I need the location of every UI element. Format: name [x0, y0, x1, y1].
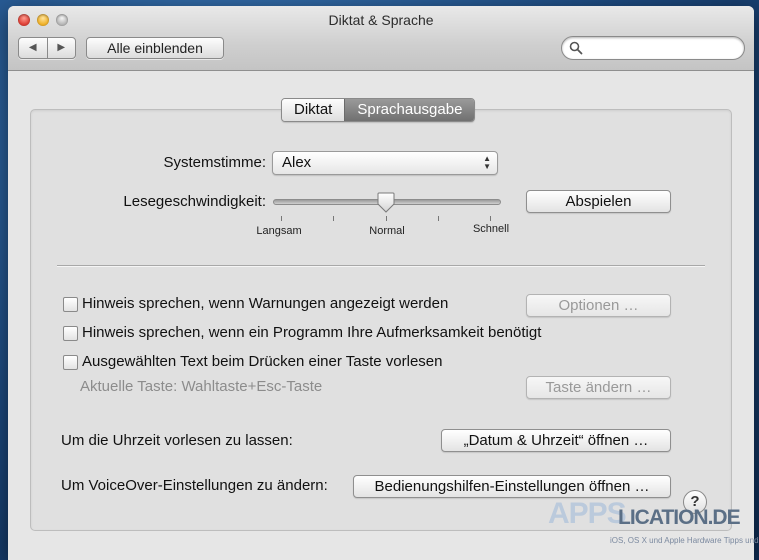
separator — [57, 265, 705, 266]
forward-button[interactable]: ▶ — [48, 38, 76, 58]
warn-label: Hinweis sprechen, wenn Warnungen angezei… — [82, 295, 449, 312]
watermark-apps-text: APPS — [548, 497, 627, 530]
open-date-time-button[interactable]: „Datum & Uhrzeit“ öffnen … — [441, 429, 671, 452]
search-input[interactable] — [586, 39, 740, 59]
preferences-window: Diktat & Sprache ◀ ▶ Alle einblenden Dik… — [8, 6, 754, 560]
slider-label-normal: Normal — [369, 225, 405, 237]
tab-sprachausgabe[interactable]: Sprachausgabe — [344, 99, 475, 121]
forward-arrow-icon: ▶ — [57, 42, 66, 53]
slider-tick — [490, 216, 491, 221]
slider-knob[interactable] — [376, 192, 396, 214]
slider-tick — [386, 216, 387, 221]
slider-label-slow: Langsam — [256, 225, 302, 237]
search-field[interactable] — [561, 36, 745, 60]
watermark-lication-text: LICATION.DE — [618, 506, 741, 529]
back-forward-group: ◀ ▶ — [18, 37, 76, 59]
window-title: Diktat & Sprache — [328, 12, 434, 28]
attention-label: Hinweis sprechen, wenn ein Programm Ihre… — [82, 324, 542, 341]
time-label: Um die Uhrzeit vorlesen zu lassen: — [61, 432, 293, 449]
warn-checkbox[interactable] — [63, 297, 78, 312]
voiceover-label: Um VoiceOver-Einstellungen zu ändern: — [61, 477, 328, 494]
options-button[interactable]: Optionen … — [526, 294, 671, 317]
back-arrow-icon: ◀ — [28, 42, 37, 53]
search-icon — [569, 41, 583, 55]
slider-tick — [281, 216, 282, 221]
system-voice-select[interactable]: Alex ▲ ▼ — [272, 151, 498, 175]
title-bar: Diktat & Sprache ◀ ▶ Alle einblenden — [8, 6, 754, 71]
attention-checkbox[interactable] — [63, 326, 78, 341]
system-voice-value: Alex — [282, 154, 312, 171]
current-key-label: Aktuelle Taste: Wahltaste+Esc-Taste — [80, 378, 323, 395]
slider-label-fast: Schnell — [472, 223, 510, 235]
watermark-logo: APPS LICATION.DE iOS, OS X und Apple Har… — [548, 495, 759, 560]
selected-text-checkbox[interactable] — [63, 355, 78, 370]
selected-text-label: Ausgewählten Text beim Drücken einer Tas… — [82, 353, 443, 370]
back-button[interactable]: ◀ — [19, 38, 48, 58]
slider-tick — [333, 216, 334, 221]
system-voice-label: Systemstimme: — [163, 154, 266, 171]
show-all-button[interactable]: Alle einblenden — [86, 37, 224, 59]
tab-diktat[interactable]: Diktat — [282, 99, 345, 121]
watermark-tagline: iOS, OS X und Apple Hardware Tipps und T… — [610, 536, 759, 545]
slider-tick — [438, 216, 439, 221]
speaking-rate-label: Lesegeschwindigkeit: — [123, 193, 266, 210]
preferences-content: Diktat Sprachausgabe Systemstimme: Alex … — [8, 71, 754, 560]
tab-bar: Diktat Sprachausgabe — [281, 98, 476, 122]
change-key-button[interactable]: Taste ändern … — [526, 376, 671, 399]
play-button[interactable]: Abspielen — [526, 190, 671, 213]
updown-arrows-icon: ▲ ▼ — [483, 154, 491, 171]
